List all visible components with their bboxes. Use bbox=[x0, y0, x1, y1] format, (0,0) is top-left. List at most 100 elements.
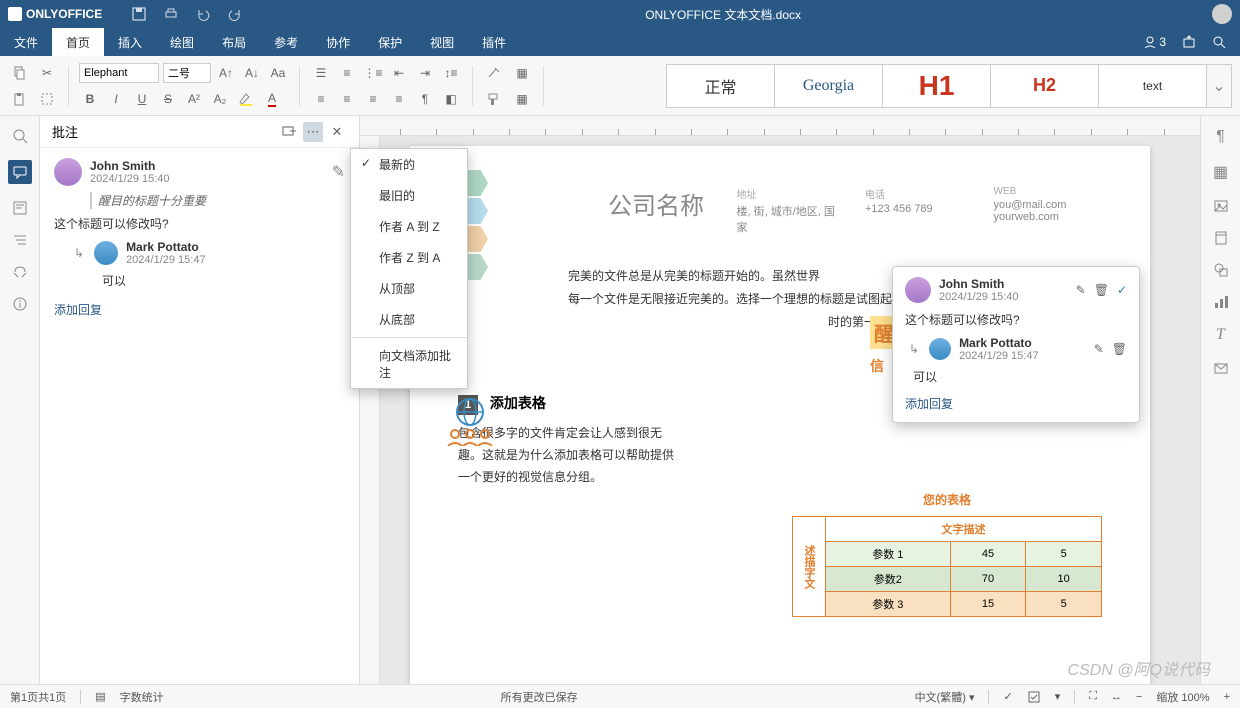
style-h2[interactable]: H2 bbox=[991, 65, 1099, 107]
tab-plugins[interactable]: 插件 bbox=[468, 28, 520, 56]
sort-oldest[interactable]: 最旧的 bbox=[351, 180, 467, 211]
open-location-icon[interactable] bbox=[1182, 35, 1196, 49]
sort-from-top[interactable]: 从顶部 bbox=[351, 273, 467, 304]
underline-button[interactable]: U bbox=[131, 88, 153, 110]
fit-width-icon[interactable]: ↔ bbox=[1111, 691, 1122, 703]
comments-tool-icon[interactable] bbox=[8, 160, 32, 184]
print-icon[interactable] bbox=[164, 7, 178, 21]
textart-settings-icon[interactable]: T bbox=[1216, 326, 1225, 344]
info-tool-icon[interactable] bbox=[12, 296, 28, 312]
tab-collab[interactable]: 协作 bbox=[312, 28, 364, 56]
line-spacing-button[interactable]: ↕≡ bbox=[440, 62, 462, 84]
outline-tool-icon[interactable] bbox=[12, 232, 28, 248]
style-normal[interactable]: 正常 bbox=[667, 65, 775, 107]
horizontal-ruler[interactable] bbox=[360, 116, 1200, 136]
table-button[interactable]: ▦ bbox=[511, 88, 533, 110]
popup-add-reply[interactable]: 添加回复 bbox=[905, 395, 1127, 412]
sort-author-az[interactable]: 作者 A 到 Z bbox=[351, 211, 467, 242]
image-settings-icon[interactable] bbox=[1213, 198, 1229, 214]
justify-button[interactable]: ≡ bbox=[388, 88, 410, 110]
paragraph-mark-button[interactable]: ¶ bbox=[414, 88, 436, 110]
popup-resolve-icon[interactable]: ✓ bbox=[1117, 283, 1127, 297]
copy-button[interactable] bbox=[8, 62, 30, 84]
page-indicator[interactable]: 第1页共1页 bbox=[10, 689, 66, 705]
spellcheck-icon[interactable]: ✓ bbox=[1003, 690, 1012, 703]
decrease-font-button[interactable]: A↓ bbox=[241, 62, 263, 84]
align-center-button[interactable]: ≡ bbox=[336, 88, 358, 110]
popup-reply-delete-icon[interactable]: 🗑 bbox=[1112, 342, 1127, 356]
sort-comments-icon[interactable]: ⋯ bbox=[303, 122, 323, 142]
zoom-level[interactable]: 缩放 100% bbox=[1156, 689, 1209, 705]
header-footer-settings-icon[interactable] bbox=[1213, 230, 1229, 246]
cut-button[interactable]: ✂ bbox=[36, 62, 58, 84]
close-panel-icon[interactable]: ✕ bbox=[327, 122, 347, 142]
search-tool-icon[interactable] bbox=[12, 128, 28, 144]
style-dropdown-icon[interactable]: ⌄ bbox=[1207, 65, 1231, 107]
mail-merge-icon[interactable] bbox=[1213, 360, 1229, 376]
style-h1[interactable]: H1 bbox=[883, 65, 991, 107]
tab-insert[interactable]: 插入 bbox=[104, 28, 156, 56]
subscript-button[interactable]: A₂ bbox=[209, 88, 231, 110]
align-left-button[interactable]: ≡ bbox=[310, 88, 332, 110]
zoom-out-icon[interactable]: − bbox=[1136, 691, 1142, 703]
wordcount-label[interactable]: 字数统计 bbox=[120, 689, 164, 705]
headings-tool-icon[interactable] bbox=[12, 200, 28, 216]
highlight-button[interactable] bbox=[235, 88, 257, 110]
sort-from-bottom[interactable]: 从底部 bbox=[351, 304, 467, 335]
tab-draw[interactable]: 绘图 bbox=[156, 28, 208, 56]
paste-button[interactable] bbox=[8, 88, 30, 110]
add-comment-icon[interactable] bbox=[279, 122, 299, 142]
popup-delete-icon[interactable]: 🗑 bbox=[1094, 283, 1109, 297]
zoom-in-icon[interactable]: + bbox=[1224, 691, 1230, 703]
track-changes-icon[interactable] bbox=[1027, 690, 1041, 704]
redo-icon[interactable] bbox=[228, 7, 242, 21]
fit-page-icon[interactable]: ⛶ bbox=[1089, 690, 1097, 703]
change-case-button[interactable]: Aa bbox=[267, 62, 289, 84]
superscript-button[interactable]: A² bbox=[183, 88, 205, 110]
clear-format-button[interactable] bbox=[483, 62, 505, 84]
indent-button[interactable]: ⇥ bbox=[414, 62, 436, 84]
outdent-button[interactable]: ⇤ bbox=[388, 62, 410, 84]
shading-button[interactable]: ◧ bbox=[440, 88, 462, 110]
select-button[interactable] bbox=[36, 88, 58, 110]
tab-layout[interactable]: 布局 bbox=[208, 28, 260, 56]
language-selector[interactable]: 中文(繁體) ▾ bbox=[915, 689, 975, 705]
tab-file[interactable]: 文件 bbox=[0, 28, 52, 56]
feedback-tool-icon[interactable] bbox=[12, 264, 28, 280]
format-painter-button[interactable] bbox=[483, 88, 505, 110]
search-icon[interactable] bbox=[1212, 35, 1226, 49]
bold-button[interactable]: B bbox=[79, 88, 101, 110]
add-comment-menu[interactable]: 向文档添加批注 bbox=[351, 340, 467, 388]
save-icon[interactable] bbox=[132, 7, 146, 21]
edit-comment-icon[interactable]: ✎ bbox=[332, 162, 345, 182]
add-reply-link[interactable]: 添加回复 bbox=[54, 301, 345, 318]
popup-reply-edit-icon[interactable]: ✎ bbox=[1094, 342, 1104, 356]
borders-button[interactable]: ▦ bbox=[511, 62, 533, 84]
tab-references[interactable]: 参考 bbox=[260, 28, 312, 56]
popup-edit-icon[interactable]: ✎ bbox=[1076, 283, 1086, 297]
font-color-button[interactable]: A bbox=[261, 88, 283, 110]
align-right-button[interactable]: ≡ bbox=[362, 88, 384, 110]
font-size-select[interactable] bbox=[163, 63, 211, 83]
table-settings-icon[interactable]: ▦ bbox=[1213, 162, 1228, 182]
style-georgia[interactable]: Georgia bbox=[775, 65, 883, 107]
users-count-icon[interactable]: 3 bbox=[1143, 35, 1166, 49]
numbering-button[interactable]: ≡ bbox=[336, 62, 358, 84]
font-select[interactable] bbox=[79, 63, 159, 83]
tab-view[interactable]: 视图 bbox=[416, 28, 468, 56]
increase-font-button[interactable]: A↑ bbox=[215, 62, 237, 84]
sort-newest[interactable]: 最新的 bbox=[351, 149, 467, 180]
undo-icon[interactable] bbox=[196, 7, 210, 21]
strike-button[interactable]: S bbox=[157, 88, 179, 110]
sort-author-za[interactable]: 作者 Z 到 A bbox=[351, 242, 467, 273]
multilevel-button[interactable]: ⋮≡ bbox=[362, 62, 384, 84]
italic-button[interactable]: I bbox=[105, 88, 127, 110]
bullets-button[interactable]: ☰ bbox=[310, 62, 332, 84]
paragraph-settings-icon[interactable]: ¶ bbox=[1216, 128, 1225, 146]
tab-protect[interactable]: 保护 bbox=[364, 28, 416, 56]
style-text[interactable]: text bbox=[1099, 65, 1207, 107]
shape-settings-icon[interactable] bbox=[1213, 262, 1229, 278]
user-avatar[interactable] bbox=[1212, 4, 1232, 24]
tab-home[interactable]: 首页 bbox=[52, 28, 104, 56]
wordcount-icon[interactable]: ▤ bbox=[95, 690, 105, 703]
